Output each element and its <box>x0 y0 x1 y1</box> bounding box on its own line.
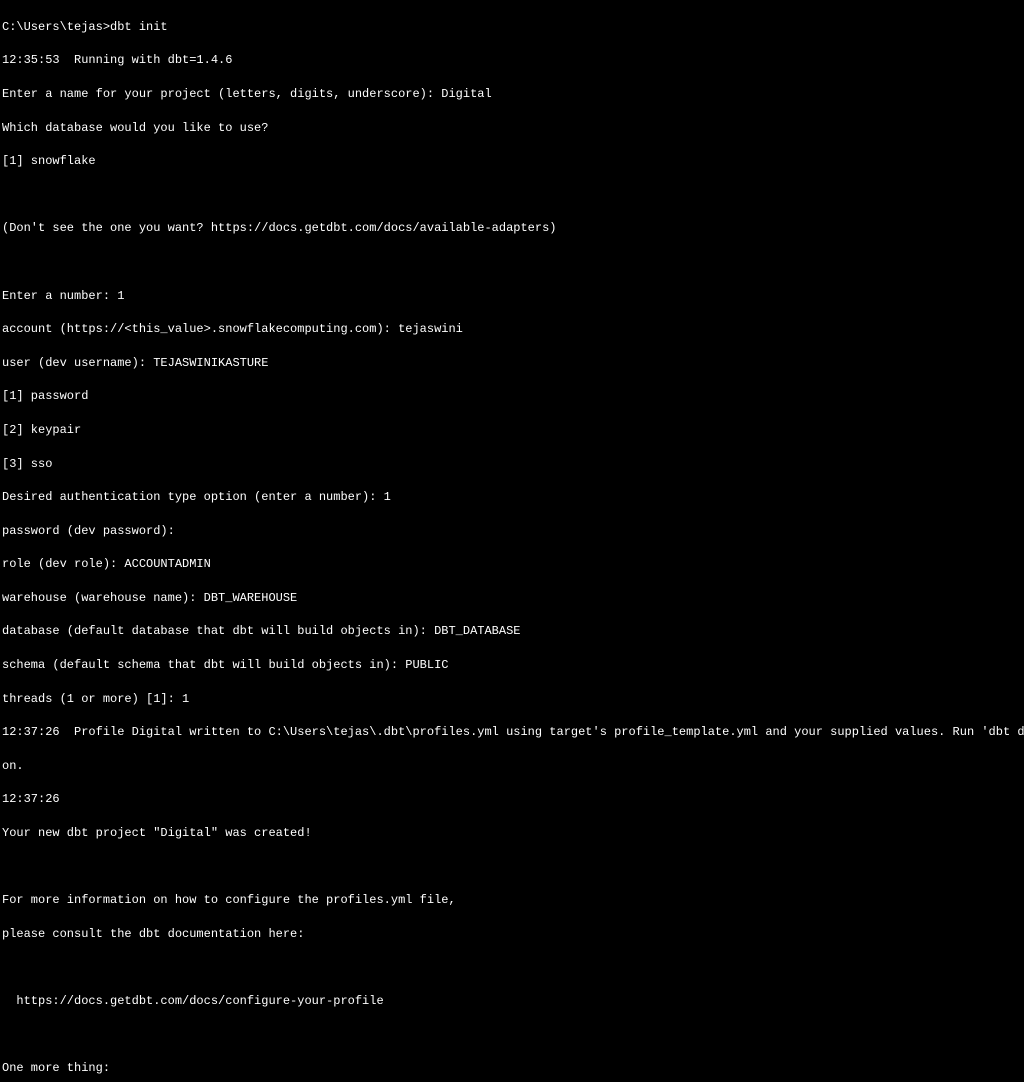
terminal-line: (Don't see the one you want? https://doc… <box>2 220 1024 237</box>
terminal-line: [1] snowflake <box>2 153 1024 170</box>
terminal-line: 12:37:26 <box>2 791 1024 808</box>
terminal-line <box>2 187 1024 204</box>
terminal-line: please consult the dbt documentation her… <box>2 926 1024 943</box>
terminal-line: [3] sso <box>2 456 1024 473</box>
terminal-line <box>2 254 1024 271</box>
terminal-line: For more information on how to configure… <box>2 892 1024 909</box>
terminal-output[interactable]: C:\Users\tejas>dbt init 12:35:53 Running… <box>0 0 1024 1082</box>
terminal-line: 12:35:53 Running with dbt=1.4.6 <box>2 52 1024 69</box>
terminal-line: 12:37:26 Profile Digital written to C:\U… <box>2 724 1024 741</box>
terminal-line: role (dev role): ACCOUNTADMIN <box>2 556 1024 573</box>
terminal-line: https://docs.getdbt.com/docs/configure-y… <box>2 993 1024 1010</box>
terminal-line: threads (1 or more) [1]: 1 <box>2 691 1024 708</box>
terminal-line: database (default database that dbt will… <box>2 623 1024 640</box>
terminal-line: warehouse (warehouse name): DBT_WAREHOUS… <box>2 590 1024 607</box>
terminal-line: [1] password <box>2 388 1024 405</box>
terminal-line: Your new dbt project "Digital" was creat… <box>2 825 1024 842</box>
terminal-line <box>2 959 1024 976</box>
terminal-line: C:\Users\tejas>dbt init <box>2 19 1024 36</box>
terminal-line: Enter a name for your project (letters, … <box>2 86 1024 103</box>
terminal-line: One more thing: <box>2 1060 1024 1077</box>
terminal-line: password (dev password): <box>2 523 1024 540</box>
terminal-line: Enter a number: 1 <box>2 288 1024 305</box>
terminal-line: account (https://<this_value>.snowflakec… <box>2 321 1024 338</box>
terminal-line: on. <box>2 758 1024 775</box>
terminal-line: Which database would you like to use? <box>2 120 1024 137</box>
terminal-line <box>2 1027 1024 1044</box>
terminal-line: user (dev username): TEJASWINIKASTURE <box>2 355 1024 372</box>
terminal-line: Desired authentication type option (ente… <box>2 489 1024 506</box>
terminal-line <box>2 859 1024 876</box>
terminal-line: [2] keypair <box>2 422 1024 439</box>
terminal-line: schema (default schema that dbt will bui… <box>2 657 1024 674</box>
